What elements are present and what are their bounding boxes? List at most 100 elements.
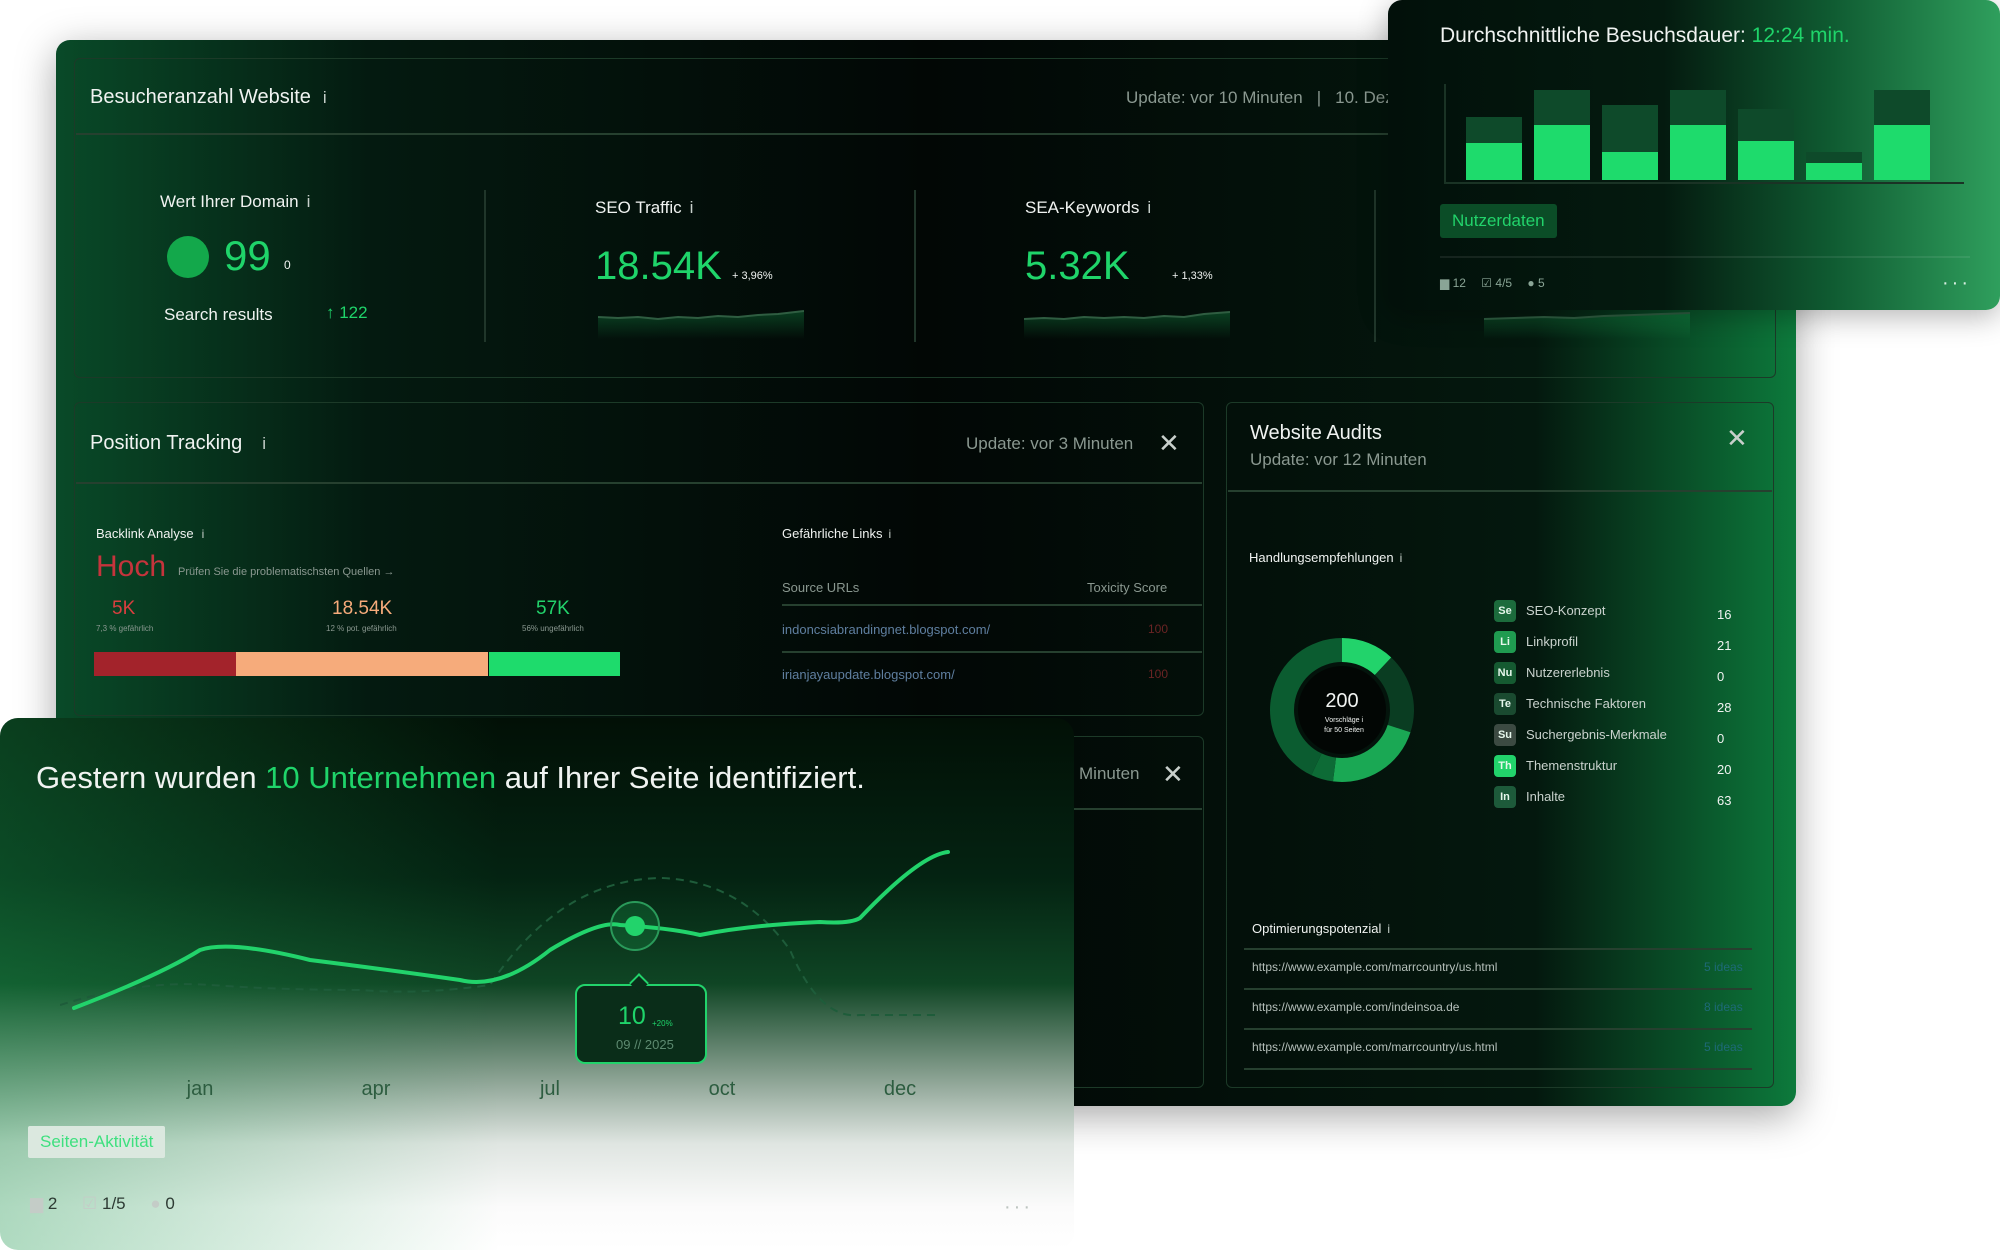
recommendation-count: 20 [1717,762,1732,777]
dangerous-link-url[interactable]: indoncsiabrandingnet.blogspot.com/ [782,622,990,637]
comment-count: 0 [165,1194,175,1213]
company-card-meta: ▆ 2 ☑ 1/5 ● 0 [30,1194,175,1214]
metric-divider [1374,190,1376,342]
hidden-panel-update: Minuten [1079,764,1140,783]
backlink-label-text: Backlink Analyse [96,526,194,541]
info-icon[interactable]: i [307,192,311,212]
domain-value: 99 [224,232,271,279]
visit-duration-value: 12:24 min. [1751,24,1850,47]
backlink-stat-dangerous: 5K [112,598,136,619]
close-icon[interactable]: ✕ [1726,425,1748,451]
domain-unit: 0 [284,258,291,272]
close-icon[interactable]: ✕ [1162,761,1184,787]
donut-sub1: Vorschläge i [1325,717,1363,724]
dangerous-links-divider [782,651,1202,653]
month-label: apr [361,1078,391,1100]
toxicity-score: 100 [1148,667,1169,681]
domain-status-dot [167,236,209,278]
folder-count: 12 [1452,276,1466,290]
optimization-ideas-link[interactable]: 5 ideas [1704,960,1743,974]
recommendation-label[interactable]: Themenstruktur [1526,758,1617,773]
visit-bar-highlight [1670,124,1726,180]
month-label: oct [708,1078,736,1100]
recommendation-badge: Nu [1494,662,1516,684]
headline-prefix: Gestern wurden [36,760,266,795]
separator: | [1316,88,1322,107]
metric-divider [484,190,486,342]
metric-divider [914,190,916,342]
audits-divider [1228,490,1772,492]
search-results-label: Search results [164,305,273,324]
recommendation-label[interactable]: Technische Faktoren [1526,696,1646,711]
user-data-tag[interactable]: Nutzerdaten [1440,204,1557,238]
recommendation-badge: Th [1494,755,1516,777]
checkbox-icon: ☑ [1481,276,1493,290]
recommendation-count: 28 [1717,700,1732,715]
task-count: 4/5 [1495,276,1513,290]
update-date: 10. Dez [1335,88,1394,107]
optimization-row-divider [1244,1028,1752,1030]
visit-duration-title-text: Durchschnittliche Besuchsdauer: [1440,24,1752,47]
dangerous-links-label: Gefährliche Links i [782,526,891,541]
checkbox-icon: ☑ [82,1194,98,1213]
comment-icon: ● [150,1194,161,1213]
optimization-url[interactable]: https://www.example.com/marrcountry/us.h… [1252,960,1497,974]
info-icon[interactable]: i [888,527,891,541]
audits-title: Website Audits [1250,422,1382,444]
domain-label: Wert Ihrer Domain i [160,192,310,212]
sea-label-text: SEA-Keywords [1025,198,1140,217]
source-urls-header[interactable]: Source URLs [782,580,859,595]
page-activity-tag[interactable]: Seiten-Aktivität [28,1126,166,1158]
recommendation-label[interactable]: Suchergebnis-Merkmale [1526,727,1667,742]
optimization-ideas-link[interactable]: 8 ideas [1704,1000,1743,1014]
fourth-sparkline [1484,312,1690,339]
recommendations-label-text: Handlungsempfehlungen [1249,550,1394,565]
recommendation-badge: Te [1494,693,1516,715]
more-icon[interactable]: ··· [1004,1196,1033,1219]
backlink-stat-safe-sub: 56% ungefährlich [522,624,584,633]
more-icon[interactable]: ··· [1942,272,1971,295]
comment-icon: ● [1527,276,1535,290]
folder-icon: ▆ [1440,276,1450,290]
optimization-url[interactable]: https://www.example.com/marrcountry/us.h… [1252,1040,1497,1054]
page-title: Besucheranzahl Website i [90,86,327,109]
sea-label: SEA-Keywords i [1025,198,1151,218]
info-icon[interactable]: i [690,198,694,218]
info-icon[interactable]: i [262,434,266,454]
sea-sparkline [1024,311,1230,339]
info-icon[interactable]: i [1400,551,1403,565]
backlink-hint[interactable]: Prüfen Sie die problematischsten Quellen… [178,566,394,578]
recommendation-label[interactable]: Nutzererlebnis [1526,665,1610,680]
recommendation-label[interactable]: SEO-Konzept [1526,603,1606,618]
seo-delta: + 3,96% [732,270,773,282]
optimization-url[interactable]: https://www.example.com/indeinsoa.de [1252,1000,1459,1014]
page-title-text: Besucheranzahl Website [90,86,311,108]
metrics-header-divider [76,133,1472,135]
toxicity-score-header[interactable]: Toxicity Score [1087,580,1167,595]
info-icon[interactable]: i [1147,198,1151,218]
backlink-level: Hoch [96,550,167,583]
info-icon[interactable]: i [1387,922,1390,936]
dangerous-links-divider [782,604,1202,606]
recommendation-label[interactable]: Inhalte [1526,789,1565,804]
visit-duration-title: Durchschnittliche Besuchsdauer: 12:24 mi… [1440,24,1850,48]
backlink-distribution-bar [94,652,620,676]
seo-label-text: SEO Traffic [595,198,682,217]
recommendation-label[interactable]: Linkprofil [1526,634,1578,649]
seo-sparkline [598,310,804,339]
sea-value: 5.32K [1025,244,1130,288]
optimization-ideas-link[interactable]: 5 ideas [1704,1040,1743,1054]
backlink-bar-segment [94,652,237,676]
audits-update: Update: vor 12 Minuten [1250,450,1427,469]
backlink-bar-segment [236,652,489,676]
info-icon[interactable]: i [202,527,205,541]
dangerous-link-url[interactable]: irianjayaupdate.blogspot.com/ [782,667,955,682]
info-icon[interactable]: i [323,88,327,108]
backlink-stat-dangerous-sub: 7,3 % gefährlich [96,624,154,633]
close-icon[interactable]: ✕ [1158,430,1180,456]
chart-axis-x [1444,182,1964,184]
recommendation-badge: In [1494,786,1516,808]
position-tracking-title: Position Tracking i [90,432,266,455]
position-tracking-update: Update: vor 3 Minuten [966,434,1134,453]
update-status: Update: vor 10 Minuten | 10. Dez [1126,88,1394,108]
